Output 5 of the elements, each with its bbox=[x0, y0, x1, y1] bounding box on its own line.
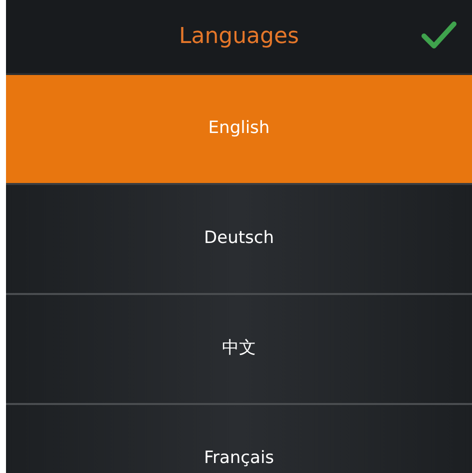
language-item[interactable]: Deutsch bbox=[6, 185, 472, 295]
language-item[interactable]: 中文 bbox=[6, 295, 472, 405]
header-title: Languages bbox=[178, 23, 300, 51]
checkmark-icon bbox=[421, 20, 457, 50]
language-item[interactable]: Français bbox=[6, 405, 472, 473]
